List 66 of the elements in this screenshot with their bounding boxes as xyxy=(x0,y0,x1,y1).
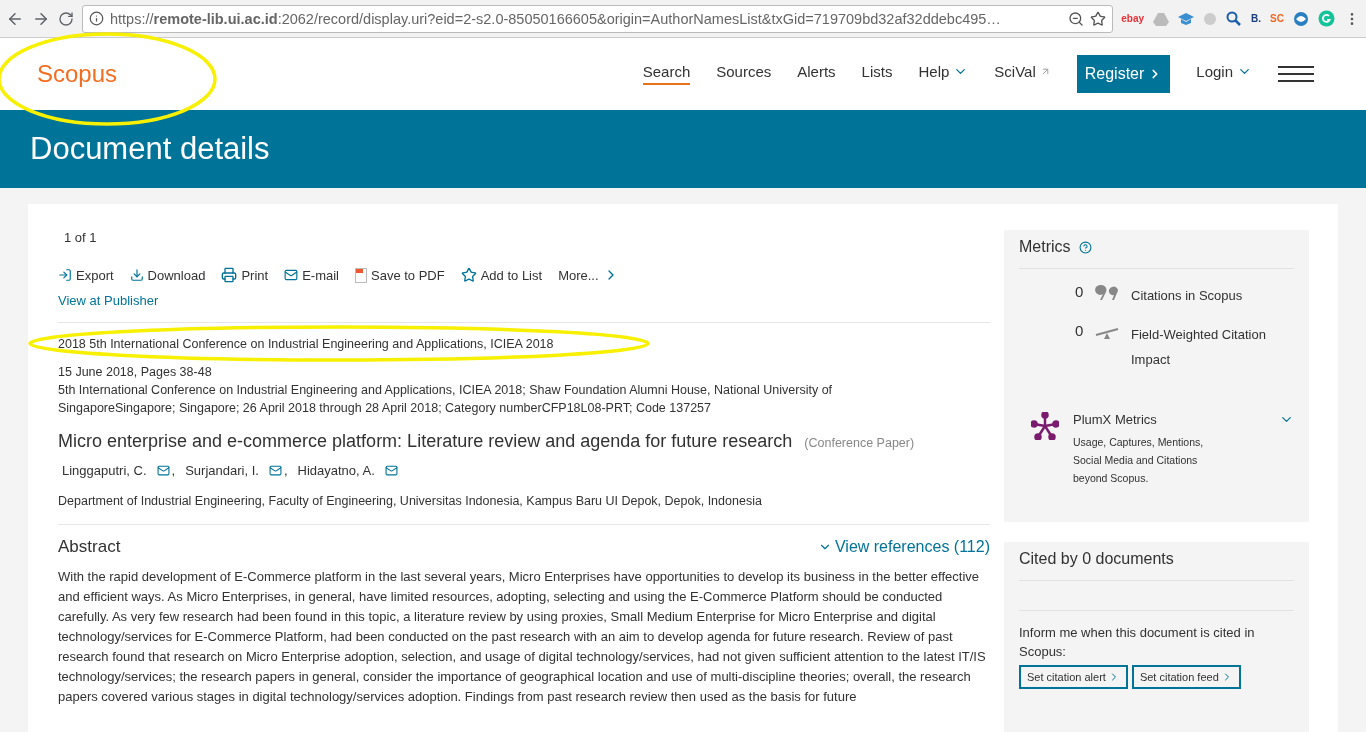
nav-link[interactable]: SciVal xyxy=(994,63,1051,85)
mail-icon[interactable] xyxy=(156,464,170,477)
toolbar-action[interactable]: Print xyxy=(221,267,269,283)
citation-button[interactable]: Set citation alert xyxy=(1019,665,1128,689)
pdf-icon xyxy=(355,267,367,283)
conference-info: 5th International Conference on Industrial Engineering and Applications, ICIEA 2018; Shaw Foundation Alumni House, National University of SingaporeSingapore; Singapore; 26 April 2018 through 28 April 2018; Category numberCFP18L08-PRT; Code 137257 xyxy=(58,382,834,417)
nav-link[interactable]: Sources xyxy=(716,63,772,85)
nav-link[interactable]: Search xyxy=(642,63,691,85)
nav-link[interactable]: Alerts xyxy=(797,63,836,85)
cited-by-title: Cited by 0 documents xyxy=(1019,550,1174,568)
abstract-text: With the rapid development of E-Commerce platform in the last several years, Micro Enterprises have opportunities to develop its business in the better effective and efficient ways. As Micro Enterprises, in general, have limited resources, adopting, selecting and using the E-Commerce Platform should be conducted carefully. As very few research had been found in this topic, a literature review by using proxies, Small Medium Enterprise for Micro Enterprise and digital technology/services for E-Commerce Platform, had been conducted on the past research with an aim to develop agenda for future research. Review of past research found that research on Micro Enterprise adoption, selection, and usage of digital technology/services, had not given sufficient attention to the latest IT/IS technology/services; the research papers in general, consider the importance of geographical location and use of multi-discipline theories; overall, the research papers covered various stages in digital technology/services adoption. Findings from past research review then used as the basis for future xyxy=(58,568,987,706)
extension-icon[interactable]: ebay xyxy=(1121,13,1145,24)
download-icon xyxy=(129,268,144,282)
zoom-out-icon[interactable] xyxy=(1068,10,1085,27)
author-link[interactable]: Linggaputri, C. xyxy=(62,463,147,478)
abstract-heading: Abstract xyxy=(58,537,121,557)
metric-value: 0 xyxy=(1075,322,1085,339)
graduation-cap-icon[interactable] xyxy=(1178,11,1195,26)
magnifier-icon[interactable] xyxy=(1226,10,1243,27)
citation-button[interactable]: Set citation feed xyxy=(1131,665,1241,689)
toolbar-action[interactable]: E-mail xyxy=(284,267,339,283)
bookmark-star-icon[interactable] xyxy=(1090,10,1107,27)
mail-icon[interactable] xyxy=(384,464,398,477)
separator-text: , xyxy=(283,463,288,478)
mail-icon xyxy=(284,268,299,282)
reload-icon[interactable] xyxy=(58,10,74,27)
toolbar-action[interactable]: More... xyxy=(558,267,619,283)
extension-icon[interactable]: B. xyxy=(1251,13,1262,24)
info-icon xyxy=(89,11,104,26)
help-icon[interactable] xyxy=(1078,240,1092,254)
metric-value: 0 xyxy=(1075,283,1085,300)
address-bar[interactable]: https://remote-lib.ui.ac.id:2062/record/display.uri?eid=2-s2.0-85050166605&origin=AuthorNamesList&txGid=719709bd32af32ddebc495… xyxy=(82,4,1114,33)
register-button[interactable]: Register xyxy=(1076,55,1171,93)
document-title: Micro enterprise and e-commerce platform: Literature review and agenda for future research (Conference Paper) xyxy=(58,430,916,453)
source-title[interactable]: 2018 5th International Conference on Industrial Engineering and Applications, ICIEA 2018 xyxy=(58,335,990,353)
author-link[interactable]: Surjandari, I. xyxy=(185,463,259,478)
separator-text: , xyxy=(171,463,176,478)
toolbar-action[interactable]: Save to PDF xyxy=(355,267,445,283)
nav-link[interactable]: Lists xyxy=(861,63,893,85)
nav-link[interactable]: Help xyxy=(918,63,969,85)
toolbar-action[interactable]: Export xyxy=(58,267,114,283)
mail-icon[interactable] xyxy=(268,464,282,477)
page-title: Document details xyxy=(30,131,270,167)
swirl-icon[interactable] xyxy=(1293,10,1309,27)
export-icon xyxy=(58,268,72,282)
plumx-icon xyxy=(1031,412,1059,440)
metrics-title: Metrics xyxy=(1019,238,1071,256)
publisher-link[interactable]: View at Publisher xyxy=(58,293,159,308)
date-pages: 15 June 2018, Pages 38-48 xyxy=(58,364,213,381)
print-icon xyxy=(221,267,238,283)
inform-text: Inform me when this document is cited in Scopus: xyxy=(1019,624,1256,661)
pager-text: 1 of 1 xyxy=(63,230,98,245)
affiliation: Department of Industrial Engineering, Faculty of Engineering, Universitas Indonesia, Kampus Baru UI Depok, Depok, Indonesia xyxy=(58,493,763,510)
metric-label: Field-Weighted Citation Impact xyxy=(1131,326,1267,369)
metric-label: Citations in Scopus xyxy=(1131,287,1244,305)
menu-icon[interactable] xyxy=(1278,66,1314,82)
toolbar-action[interactable]: Download xyxy=(129,267,206,283)
plumx-description: Usage, Captures, Mentions, Social Media and Citations beyond Scopus. xyxy=(1073,435,1205,486)
plumx-title: PlumX Metrics xyxy=(1073,412,1158,427)
url-text: https://remote-lib.ui.ac.id:2062/record/display.uri?eid=2-s2.0-85050166605&origin=AuthorNamesList&txGid=719709bd32af32ddebc495… xyxy=(110,10,1002,27)
toolbar-action[interactable]: Add to List xyxy=(460,267,543,283)
login-link[interactable]: Login xyxy=(1196,63,1252,85)
view-references-link[interactable]: View references (112) xyxy=(817,538,990,556)
star-icon xyxy=(460,267,477,283)
quote-icon xyxy=(1095,283,1119,301)
author-link[interactable]: Hidayatno, A. xyxy=(297,463,375,478)
